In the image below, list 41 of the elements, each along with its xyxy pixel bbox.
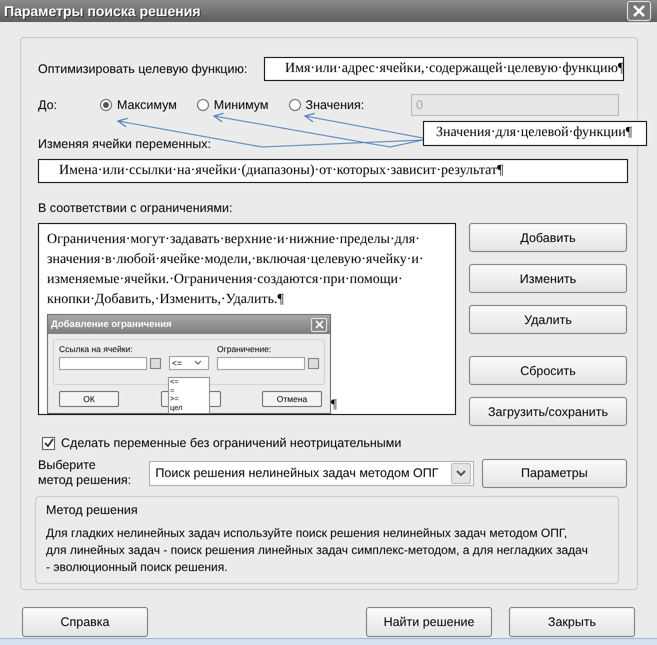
dialog-button[interactable]: Справка [22, 607, 148, 637]
field-label: метод решения: [38, 473, 132, 488]
checkbox[interactable] [42, 436, 55, 450]
field-label: Ссылка на ячейки: [59, 344, 134, 354]
close-icon [632, 4, 646, 18]
method-dropdown[interactable]: Поиск решения нелинейных задач методом ОПГ [149, 460, 474, 486]
method-description: Для гладких нелинейных задач используйте поиск решения нелинейных задач методом ОПГ, для линейных задач - поиск решения линейных задач симплекс-методом, а для негладких задач - эволюционный поиск решения. [46, 525, 589, 576]
close-icon [314, 320, 324, 329]
radio-button[interactable]: Значения: [288, 98, 364, 112]
close-button[interactable] [311, 318, 327, 332]
note-text: Ограничения·могут·задавать·верхние·и·нижние·пределы·для·значения·в·любой·ячейке·модели,·включая·целевую·ячейку·и·изменяемые·ячейки.·Ограничения·создаются·при·помощи·кнопки·Добавить,·Изменить,·Удалить.¶ [47, 231, 425, 309]
field-label: В соответствии с ограничениями: [38, 201, 234, 215]
dialog-button[interactable]: Добавить [469, 223, 627, 252]
field-label: До: [38, 98, 58, 112]
annotation-callout: Имя·или·адрес·ячейки,·содержащей·целевую·функцию¶ [264, 56, 624, 80]
close-button[interactable] [627, 1, 651, 21]
panel-title: Метод решения [46, 503, 139, 517]
field-label: Оптимизировать целевую функцию: [38, 62, 248, 76]
checkbox-label: Сделать переменные без ограничений неотрицательными [61, 436, 402, 450]
operator-dropdown[interactable]: <= [169, 356, 209, 370]
dialog-button[interactable]: Закрыть [509, 607, 635, 637]
radio-button[interactable]: Максимум [100, 98, 177, 112]
dialog-button[interactable]: Удалить [469, 305, 627, 334]
window-title: Параметры поиска решения [4, 3, 202, 19]
dialog-button[interactable]: Изменить [469, 264, 627, 293]
field-label: Выберите [38, 458, 97, 473]
annotation-callout: Имена·или·ссылки·на·ячейки·(диапазоны)·от·которых·зависит·результат¶ [38, 159, 628, 183]
dialog-button[interactable]: Параметры [482, 458, 627, 488]
annotation-callout: Значения·для·целевой·функции¶ [423, 121, 647, 146]
dialog-button[interactable]: Отмена [262, 391, 322, 407]
chevron-icon [194, 360, 202, 366]
paragraph-mark: ¶ [331, 395, 337, 413]
dialog-button[interactable]: Загрузить/сохранить [469, 397, 627, 426]
dialog-button[interactable]: ОК [59, 391, 119, 407]
field-label: Ограничение: [217, 344, 272, 354]
dialog-button[interactable]: Сбросить [469, 356, 627, 385]
field-label: Изменяя ячейки переменных: [38, 137, 212, 151]
dialog-button[interactable]: Найти решение [366, 607, 492, 637]
radio-button[interactable]: Минимум [196, 98, 269, 112]
dialog-title: Добавление ограничения [51, 319, 173, 330]
chevron-icon [450, 462, 471, 484]
